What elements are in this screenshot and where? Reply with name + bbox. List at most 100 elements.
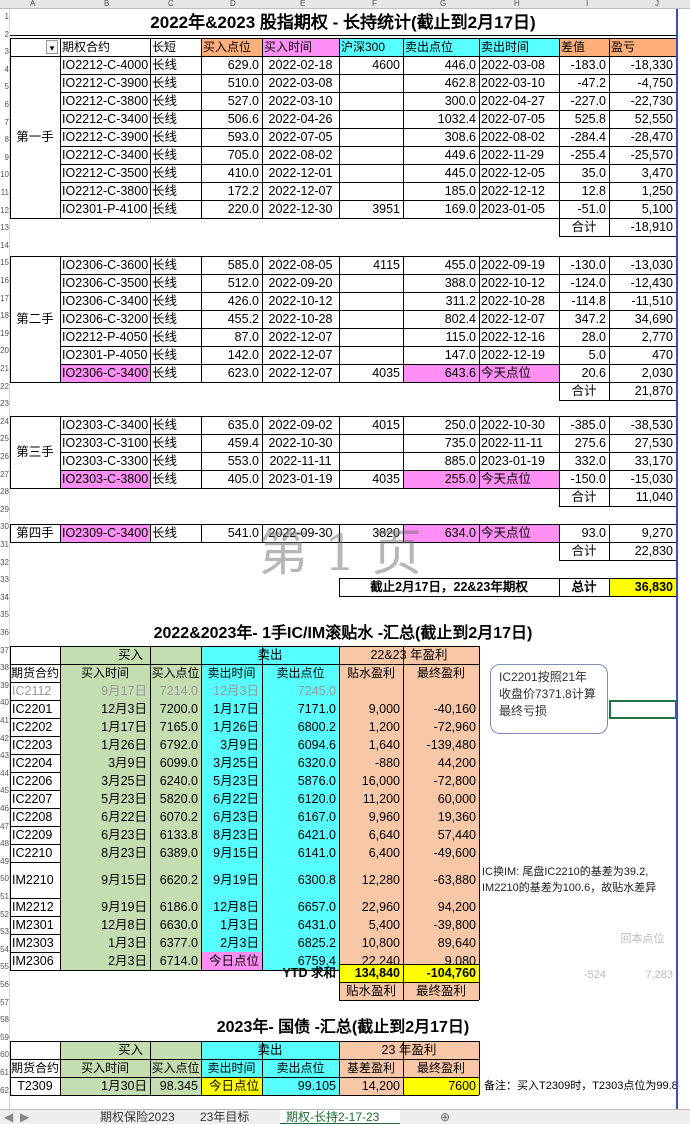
ytd-final-value[interactable]: -104,760 [403,964,479,982]
futures-cell[interactable]: 12月8日 [201,898,262,916]
option-cell[interactable]: 553.0 [201,452,262,470]
row-number[interactable]: 8 [0,135,9,144]
futures-cell[interactable]: 6094.6 [262,736,339,754]
option-cell[interactable]: 2022-11-11 [479,434,559,452]
bond-header-4[interactable]: 卖出点位 [262,1059,339,1077]
column-letter[interactable]: G [440,0,446,8]
row-number[interactable]: 30 [0,522,9,531]
column-header-8[interactable]: 盈亏 [609,38,676,56]
row-number[interactable]: 25 [0,434,9,443]
bond-cell[interactable]: 98.345 [150,1077,201,1095]
futures-cell[interactable]: 5月23日 [60,790,150,808]
filter-dropdown-icon[interactable]: ▾ [46,40,58,54]
column-header-5[interactable]: 卖出点位 [403,38,479,56]
option-cell[interactable]: 2022-03-08 [479,56,559,74]
futures-cell[interactable]: 9,960 [339,808,403,826]
row-number[interactable]: 5 [0,82,9,91]
bond-cell[interactable]: 1月30日 [60,1077,150,1095]
option-cell[interactable]: 2022-11-11 [262,452,339,470]
row-number[interactable]: 20 [0,346,9,355]
row-number[interactable]: 14 [0,241,9,250]
option-cell[interactable]: 长线 [150,416,201,434]
row-number[interactable]: 42 [0,734,9,743]
option-cell[interactable]: 332.0 [559,452,609,470]
option-cell[interactable]: 462.8 [403,74,479,92]
futures-cell[interactable]: 6070.2 [150,808,201,826]
option-cell[interactable]: IO2212-C-3900 [60,74,150,92]
futures-cell[interactable]: IC2112 [10,682,60,700]
option-cell[interactable]: 388.0 [403,274,479,292]
futures-cell[interactable]: 3月9日 [60,754,150,772]
option-cell[interactable]: 长线 [150,146,201,164]
option-cell[interactable]: -13,030 [609,256,676,274]
futures-cell[interactable]: 5月23日 [201,772,262,790]
futures-cell[interactable]: 1月3日 [60,934,150,952]
row-number[interactable]: 17 [0,294,9,303]
futures-cell[interactable]: 57,440 [403,826,479,844]
option-cell[interactable]: 2,030 [609,364,676,382]
row-number[interactable]: 9 [0,153,9,162]
futures-cell[interactable]: -72,800 [403,772,479,790]
subtotal-value[interactable]: -18,910 [609,218,676,236]
futures-header-3[interactable]: 卖出时间 [201,664,262,682]
futures-cell[interactable]: 5876.0 [262,772,339,790]
column-header-1[interactable]: 长短 [150,38,201,56]
futures-cell[interactable]: 6,640 [339,826,403,844]
bond-header-3[interactable]: 卖出时间 [201,1059,262,1077]
option-cell[interactable]: IO2303-C-3800 [60,470,150,488]
futures-cell[interactable]: -49,600 [403,844,479,862]
row-number[interactable]: 58 [0,1015,9,1024]
option-cell[interactable] [339,310,403,328]
option-cell[interactable]: -28,470 [609,128,676,146]
option-cell[interactable]: 220.0 [201,200,262,218]
futures-cell[interactable] [339,682,403,700]
option-cell[interactable] [339,452,403,470]
option-cell[interactable]: 510.0 [201,74,262,92]
row-number[interactable]: 15 [0,258,9,267]
grand-total-value[interactable]: 36,830 [609,578,676,596]
option-cell[interactable]: 2022-12-07 [262,364,339,382]
futures-cell[interactable]: 6630.0 [150,916,201,934]
option-cell[interactable]: 405.0 [201,470,262,488]
futures-cell[interactable]: 1,200 [339,718,403,736]
row-number[interactable]: 7 [0,118,9,127]
row-number[interactable]: 29 [0,505,9,514]
option-cell[interactable]: 643.6 [403,364,479,382]
futures-cell[interactable]: 7200.0 [150,700,201,718]
futures-cell[interactable]: 12月8日 [60,916,150,934]
option-cell[interactable]: 33,170 [609,452,676,470]
futures-header-1[interactable]: 买入时间 [60,664,150,682]
option-cell[interactable]: -12,430 [609,274,676,292]
row-number[interactable]: 45 [0,786,9,795]
tab-scroll-left-icon[interactable]: ◀ [4,1110,13,1124]
option-cell[interactable]: IO2306-C-3200 [60,310,150,328]
option-cell[interactable]: 2022-04-27 [479,92,559,110]
option-cell[interactable]: 185.0 [403,182,479,200]
futures-cell[interactable]: -880 [339,754,403,772]
option-cell[interactable]: 455.0 [403,256,479,274]
futures-header-6[interactable]: 最终盈利 [403,664,479,682]
futures-cell[interactable]: 3月25日 [201,754,262,772]
column-header-6[interactable]: 卖出时间 [479,38,559,56]
futures-cell[interactable]: 6431.0 [262,916,339,934]
futures-cell[interactable]: 7171.0 [262,700,339,718]
tab-active-sheet[interactable]: 期权-长持2-17-23 [280,1110,400,1124]
futures-cell[interactable]: -139,480 [403,736,479,754]
column-header-0[interactable]: 期权合约 [60,38,150,56]
futures-cell[interactable]: -63,880 [403,862,479,898]
row-number[interactable]: 23 [0,399,9,408]
option-cell[interactable]: 308.6 [403,128,479,146]
option-cell[interactable]: 长线 [150,164,201,182]
column-letter[interactable]: H [514,0,520,8]
futures-cell[interactable]: 11,200 [339,790,403,808]
option-cell[interactable]: IO2301-P-4100 [60,200,150,218]
option-cell[interactable]: 410.0 [201,164,262,182]
futures-cell[interactable]: 1月17日 [60,718,150,736]
futures-cell[interactable] [403,682,479,700]
option-cell[interactable]: -255.4 [559,146,609,164]
option-cell[interactable]: 2022-02-18 [262,56,339,74]
row-number[interactable]: 28 [0,487,9,496]
futures-cell[interactable]: IC2209 [10,826,60,844]
option-cell[interactable]: -124.0 [559,274,609,292]
row-number[interactable]: 39 [0,681,9,690]
